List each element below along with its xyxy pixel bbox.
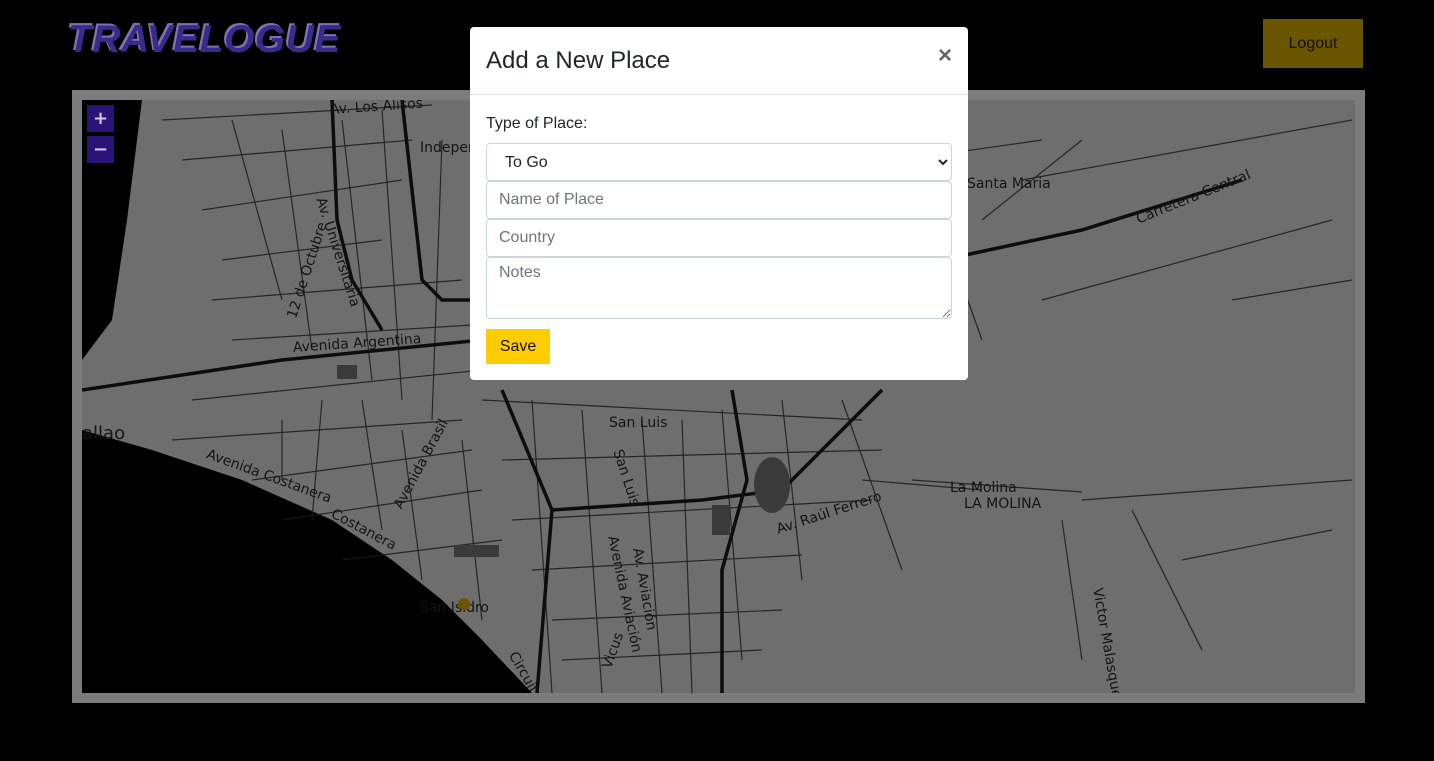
place-name-input[interactable] (486, 181, 952, 219)
zoom-in-button[interactable]: + (87, 105, 114, 132)
map-label: Santa Maria (967, 176, 1051, 192)
add-place-modal: Add a New Place × Type of Place: To Go S… (470, 27, 968, 380)
modal-title: Add a New Place (486, 47, 671, 74)
country-input[interactable] (486, 219, 952, 257)
map-label: allao (82, 423, 126, 444)
modal-body: Type of Place: To Go Save (486, 115, 952, 364)
type-of-place-label: Type of Place: (486, 115, 588, 132)
notes-input[interactable] (486, 257, 952, 319)
save-button[interactable]: Save (486, 329, 550, 364)
close-icon[interactable]: × (938, 44, 952, 68)
map-label: Indeper (420, 140, 474, 156)
zoom-out-button[interactable]: − (87, 136, 114, 163)
map-label: San Isidro (420, 600, 490, 616)
map-label: LA MOLINA (964, 496, 1042, 512)
modal-header: Add a New Place × (470, 27, 968, 95)
logout-button[interactable]: Logout (1263, 19, 1363, 68)
type-of-place-select[interactable]: To Go (486, 143, 952, 181)
map-label: La Molina (950, 480, 1017, 496)
map-label: San Luis (609, 415, 668, 431)
app-logo: TRAVELOGUE (68, 18, 341, 61)
place-marker[interactable] (458, 598, 470, 610)
